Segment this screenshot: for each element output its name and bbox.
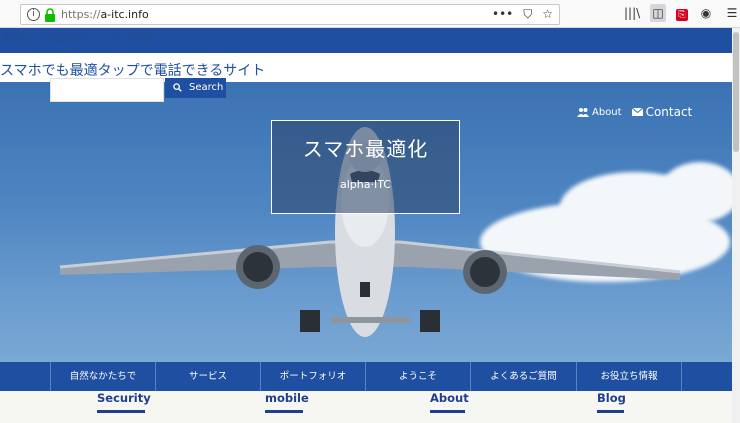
about-link[interactable]: About: [577, 107, 622, 118]
bookmark-star-icon[interactable]: ☆: [542, 7, 553, 22]
site-tagline: 福井のスマホ最適化ホームページ制作: [2, 34, 155, 44]
users-icon: [577, 108, 589, 117]
about-link-label: About: [592, 106, 622, 118]
sidebar-icon[interactable]: ◫: [650, 4, 666, 22]
site-title[interactable]: スマホでも最適タップで電話できるサイト: [0, 60, 265, 80]
nav-item-services[interactable]: サービス: [155, 362, 260, 391]
contact-link[interactable]: Contact: [631, 105, 693, 119]
nav-item-useful-info[interactable]: お役立ち情報: [576, 362, 682, 391]
features-row: Security mobile About Blog: [0, 391, 732, 423]
hero-title-box: スマホ最適化 alpha·ITC: [271, 120, 460, 214]
account-icon[interactable]: ◉: [698, 4, 714, 22]
library-icon[interactable]: |||\: [624, 4, 640, 22]
hamburger-menu-icon[interactable]: ☰: [724, 4, 740, 22]
contact-link-label: Contact: [645, 105, 693, 119]
feature-underline: [265, 410, 303, 413]
hero-title: スマホ最適化: [302, 137, 429, 161]
feature-mobile[interactable]: mobile: [265, 391, 309, 413]
scrollbar-thumb[interactable]: [733, 32, 739, 152]
search-icon: [173, 83, 182, 92]
page-actions: ••• ⛉ ☆: [492, 7, 553, 22]
feature-title: Blog: [597, 391, 626, 405]
info-icon[interactable]: i: [27, 8, 40, 21]
main-nav: 自然なかたちで サービス ポートフォリオ ようこそ よくあるご質問 お役立ち情報: [0, 362, 732, 391]
feature-about[interactable]: About: [430, 391, 469, 413]
vertical-scrollbar[interactable]: [732, 28, 740, 423]
feature-underline: [97, 410, 145, 413]
nav-item-faq[interactable]: よくあるご質問: [470, 362, 576, 391]
feature-underline: [430, 410, 465, 413]
nav-item-welcome[interactable]: ようこそ: [365, 362, 470, 391]
nav-item-portfolio[interactable]: ポートフォリオ: [260, 362, 365, 391]
feature-blog[interactable]: Blog: [597, 391, 626, 413]
url-scheme: https://: [61, 8, 101, 21]
search-button[interactable]: Search: [165, 78, 226, 98]
feature-underline: [597, 410, 624, 413]
feature-title: Security: [97, 391, 151, 405]
toolbar-right: |||\ ◫ ⎘ ◉ ☰: [624, 4, 740, 22]
extension-icon[interactable]: ⎘: [676, 8, 688, 21]
nav-item-natural[interactable]: 自然なかたちで: [50, 362, 155, 391]
feature-security[interactable]: Security: [97, 391, 151, 413]
search-button-label: Search: [189, 82, 224, 93]
envelope-icon: [631, 108, 643, 116]
feature-title: mobile: [265, 391, 309, 405]
address-bar[interactable]: i https://a-itc.info ••• ⛉ ☆: [20, 4, 560, 25]
page-actions-menu-icon[interactable]: •••: [492, 7, 513, 22]
url-host: a-itc.info: [100, 8, 149, 21]
feature-title: About: [430, 391, 469, 405]
browser-toolbar: i https://a-itc.info ••• ⛉ ☆ |||\ ◫ ⎘ ◉ …: [0, 0, 740, 28]
lock-icon: [45, 8, 55, 22]
hero-subtitle: alpha·ITC: [340, 178, 391, 191]
pocket-icon[interactable]: ⛉: [523, 7, 532, 22]
search-input[interactable]: [50, 78, 164, 102]
site-top-bar: 福井のスマホ最適化ホームページ制作: [0, 28, 732, 53]
hero-links: About Contact: [577, 105, 692, 119]
url-text: https://a-itc.info: [61, 8, 149, 21]
